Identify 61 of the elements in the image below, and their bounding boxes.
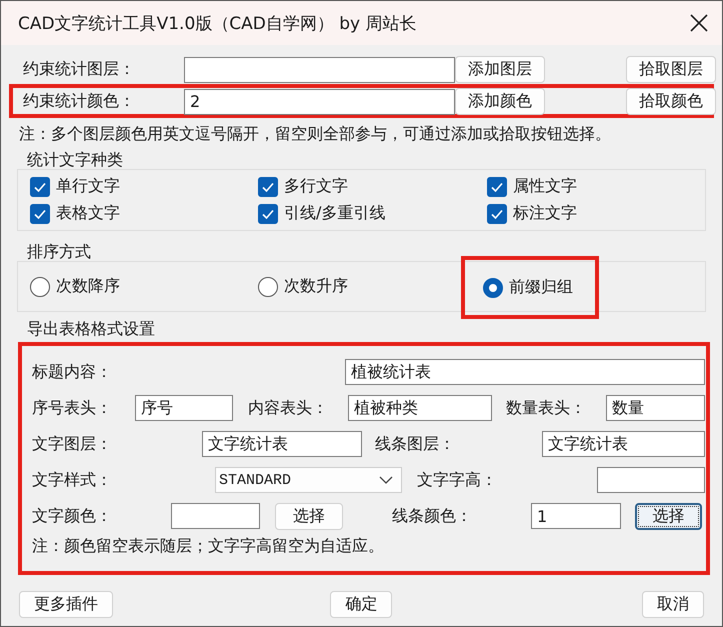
radio-button[interactable] <box>258 276 278 296</box>
checkbox[interactable] <box>30 176 50 196</box>
checkbox-label: 标注文字 <box>513 203 577 224</box>
field-label: 数量表头： <box>506 398 586 416</box>
action-button[interactable]: 添加颜色 <box>455 88 545 115</box>
close-button[interactable] <box>690 14 708 32</box>
checkbox[interactable] <box>258 204 278 224</box>
radio-label: 次数降序 <box>56 276 120 297</box>
dialog-button[interactable]: 取消 <box>642 591 704 618</box>
input-field[interactable]: 植被种类 <box>348 395 492 421</box>
field-label: 标题内容： <box>32 362 112 380</box>
radio-label: 次数升序 <box>284 276 348 297</box>
style-dropdown[interactable]: STANDARD <box>215 467 402 493</box>
field-label: 约束统计图层： <box>23 59 136 80</box>
dialog-button[interactable]: 更多插件 <box>19 591 113 618</box>
input-field[interactable]: 文字统计表 <box>202 431 362 457</box>
input-field[interactable]: 数量 <box>606 395 705 421</box>
radio-label: 前缀归组 <box>509 277 573 298</box>
field-label: 文字图层： <box>32 434 112 452</box>
checkbox-label: 表格文字 <box>56 203 120 224</box>
field-label: 线条图层： <box>375 434 455 452</box>
input-field[interactable] <box>597 467 705 493</box>
close-icon <box>690 14 708 32</box>
checkbox[interactable] <box>30 204 50 224</box>
checkbox[interactable] <box>487 204 507 224</box>
dropdown-value: STANDARD <box>219 472 292 488</box>
input-field[interactable]: 2 <box>184 88 455 114</box>
input-field[interactable] <box>171 503 260 529</box>
input-field[interactable] <box>184 56 455 82</box>
checkbox[interactable] <box>487 176 507 196</box>
checkbox-label: 引线/多重引线 <box>284 203 386 224</box>
group-title: 统计文字种类 <box>27 151 124 169</box>
chevron-down-icon <box>379 476 393 484</box>
checkbox-label: 属性文字 <box>513 176 577 197</box>
field-label: 文字颜色： <box>32 506 112 524</box>
input-field[interactable]: 文字统计表 <box>542 431 705 457</box>
action-button[interactable]: 添加图层 <box>455 56 545 83</box>
window-title: CAD文字统计工具V1.0版（CAD自学网） by 周站长 <box>18 12 417 34</box>
group-title: 导出表格格式设置 <box>27 320 156 338</box>
checkbox-label: 多行文字 <box>284 176 348 197</box>
input-field[interactable]: 1 <box>531 503 621 529</box>
field-label: 序号表头： <box>32 398 112 416</box>
radio-button[interactable] <box>483 278 503 298</box>
select-button[interactable]: 选择 <box>275 502 343 530</box>
field-label: 约束统计颜色： <box>23 91 136 112</box>
field-label: 线条颜色： <box>392 506 472 524</box>
checkbox-label: 单行文字 <box>56 176 120 197</box>
note-text: 注：颜色留空表示随层；文字字高留空为自适应。 <box>32 536 385 557</box>
action-button[interactable]: 拾取颜色 <box>626 88 716 115</box>
select-button[interactable]: 选择 <box>635 502 702 530</box>
radio-button[interactable] <box>30 276 50 296</box>
checkbox[interactable] <box>258 176 278 196</box>
field-label: 文字样式： <box>32 470 112 488</box>
dialog-button[interactable]: 确定 <box>330 591 392 618</box>
field-label: 内容表头： <box>248 398 328 416</box>
input-field[interactable]: 序号 <box>135 395 233 421</box>
group-title: 排序方式 <box>27 243 92 261</box>
field-label: 文字字高： <box>417 470 497 488</box>
input-field[interactable]: 植被统计表 <box>345 359 705 385</box>
action-button[interactable]: 拾取图层 <box>626 56 716 83</box>
note-text: 注：多个图层颜色用英文逗号隔开，留空则全部参与，可通过添加或拾取按钮选择。 <box>19 124 612 145</box>
